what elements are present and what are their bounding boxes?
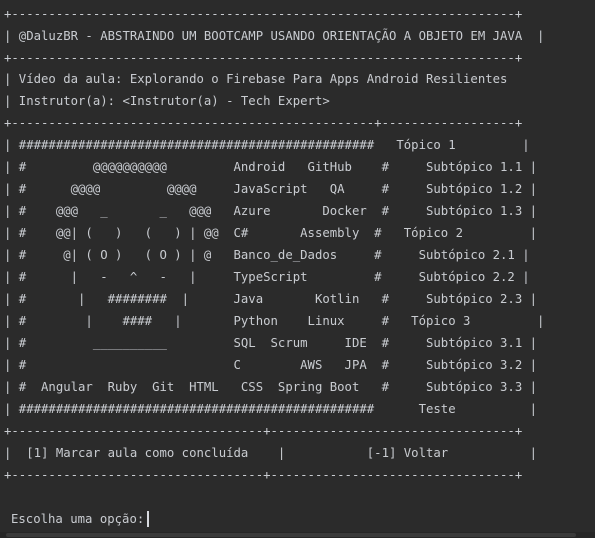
scrollbar-thumb[interactable]: [6, 533, 576, 537]
terminal-line: | ######################################…: [4, 402, 538, 416]
terminal-line: | [1] Marcar aula como concluída | [-1] …: [4, 446, 538, 460]
terminal-line: | # Angular Ruby Git HTML CSS Spring Boo…: [4, 380, 538, 394]
terminal-window[interactable]: +---------------------------------------…: [0, 0, 595, 538]
terminal-line: | # __________ SQL Scrum IDE # Subtópico…: [4, 336, 538, 350]
terminal-line: | ######################################…: [4, 138, 530, 152]
terminal-line: | @DaluzBR - ABSTRAINDO UM BOOTCAMP USAN…: [4, 29, 545, 43]
terminal-line: +----------------------------------+----…: [4, 468, 523, 482]
terminal-line: +---------------------------------------…: [4, 51, 523, 65]
terminal-line: | # @@@@@@@@@@ Android GitHub # Subtópic…: [4, 160, 538, 174]
terminal-line: | Instrutor(a): <Instrutor(a) - Tech Exp…: [4, 94, 330, 108]
prompt-label: Escolha uma opção:: [11, 512, 145, 526]
horizontal-scrollbar[interactable]: [0, 532, 595, 538]
terminal-line: | # @@@@ @@@@ JavaScript QA # Subtópico …: [4, 182, 538, 196]
terminal-line: +---------------------------------------…: [4, 7, 523, 21]
terminal-line: +----------------------------------+----…: [4, 424, 523, 438]
terminal-line: | # | ######## | Java Kotlin # Subtópico…: [4, 292, 538, 306]
terminal-line: | # @@| ( ) ( ) | @@ C# Assembly # Tópic…: [4, 226, 538, 240]
terminal-line: +---------------------------------------…: [4, 116, 523, 130]
terminal-line: | Vídeo da aula: Explorando o Firebase P…: [4, 72, 508, 86]
text-cursor: [147, 511, 150, 527]
terminal-line: | # | - ^ - | TypeScript # Subtópico 2.2…: [4, 270, 530, 284]
input-prompt-row[interactable]: Escolha uma opção:: [11, 508, 150, 530]
terminal-line: | # C AWS JPA # Subtópico 3.2 |: [4, 358, 538, 372]
terminal-line: | # @@@ _ _ @@@ Azure Docker # Subtópico…: [4, 204, 538, 218]
terminal-line: | # @| ( O ) ( O ) | @ Banco_de_Dados # …: [4, 248, 530, 262]
terminal-line: | # | #### | Python Linux # Tópico 3 |: [4, 314, 545, 328]
